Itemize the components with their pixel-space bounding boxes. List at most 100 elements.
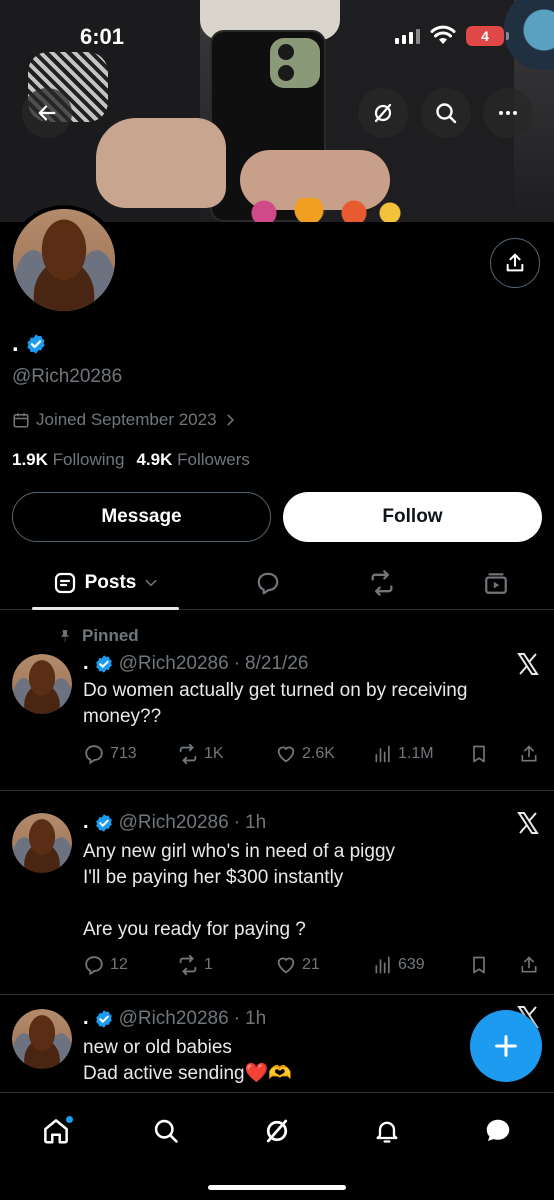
compose-post-button[interactable] xyxy=(470,1010,542,1082)
reply-icon xyxy=(85,745,103,765)
post-time: 1h xyxy=(245,811,267,833)
bookmark-button[interactable] xyxy=(469,740,489,768)
followers-count: 4.9K xyxy=(136,450,173,469)
share-profile-button[interactable] xyxy=(490,238,540,288)
like-count: 21 xyxy=(302,956,320,973)
share-post-button[interactable] xyxy=(519,740,539,768)
post-time: 8/21/26 xyxy=(245,652,309,674)
repost-count: 1K xyxy=(204,745,224,762)
post-text: Any new girl who's in need of a piggy I'… xyxy=(83,841,396,940)
back-button[interactable] xyxy=(22,88,72,138)
reply-icon xyxy=(257,572,279,595)
verified-badge-icon[interactable] xyxy=(25,333,47,355)
more-icon xyxy=(499,111,517,115)
tab-reposts[interactable] xyxy=(362,556,402,610)
post-display-name[interactable]: . xyxy=(83,1007,89,1030)
reply-button[interactable]: 12 xyxy=(83,951,128,979)
post-avatar[interactable] xyxy=(12,813,72,873)
tab-replies[interactable] xyxy=(248,556,288,610)
repost-button[interactable]: 1K xyxy=(177,740,224,768)
post-display-name[interactable]: . xyxy=(83,652,89,675)
chevron-down-icon xyxy=(145,579,157,587)
like-button[interactable]: 2.6K xyxy=(275,740,335,768)
post-actions: 12 1 21 639 xyxy=(83,951,543,979)
bookmark-button[interactable] xyxy=(469,951,489,979)
nav-search[interactable] xyxy=(146,1111,186,1151)
repost-button[interactable]: 1 xyxy=(177,951,213,979)
tab-media[interactable] xyxy=(476,556,516,610)
post-handle: @Rich20286 xyxy=(118,1007,229,1029)
verified-badge-icon xyxy=(95,654,112,673)
repost-icon xyxy=(179,743,197,765)
grok-button[interactable] xyxy=(358,88,408,138)
bottom-navigation xyxy=(0,1092,554,1200)
signal-icon xyxy=(395,28,420,44)
nav-home[interactable] xyxy=(36,1111,76,1151)
calendar-icon xyxy=(13,413,29,428)
post-header: . @Rich20286 · 8/21/26 xyxy=(83,652,309,675)
followers-label: Followers xyxy=(177,450,250,469)
message-button[interactable]: Message xyxy=(12,492,271,542)
following-label: Following xyxy=(52,450,125,469)
like-count: 2.6K xyxy=(302,745,335,762)
following-link[interactable]: 1.9K Following xyxy=(12,450,124,470)
share-post-button[interactable] xyxy=(519,951,539,979)
wifi-icon xyxy=(430,25,456,44)
follow-button[interactable]: Follow xyxy=(283,492,542,542)
nav-grok[interactable] xyxy=(257,1111,297,1151)
heart-icon xyxy=(277,746,295,763)
like-button[interactable]: 21 xyxy=(275,951,320,979)
bookmark-icon xyxy=(473,745,485,763)
reply-count: 12 xyxy=(110,956,128,973)
views-button[interactable]: 1.1M xyxy=(373,740,434,768)
search-icon xyxy=(154,1119,178,1143)
display-name: . xyxy=(12,330,19,357)
share-icon xyxy=(506,253,524,272)
profile-avatar[interactable] xyxy=(9,205,119,315)
video-icon xyxy=(485,573,507,594)
post-time: 1h xyxy=(245,1007,267,1029)
x-logo-icon xyxy=(517,812,539,834)
following-count: 1.9K xyxy=(12,450,48,469)
joined-text: Joined September 2023 xyxy=(36,410,217,429)
nav-notifications[interactable] xyxy=(367,1111,407,1151)
repost-icon xyxy=(371,570,393,596)
post-header: . @Rich20286 · 1h xyxy=(83,811,267,834)
status-bar: 6:01 4 xyxy=(0,0,554,70)
search-button[interactable] xyxy=(421,88,471,138)
tab-posts[interactable]: Posts xyxy=(32,556,179,610)
joined-date[interactable]: Joined September 2023 xyxy=(12,410,237,430)
plus-icon xyxy=(495,1035,517,1057)
grok-icon xyxy=(266,1119,288,1143)
bell-icon xyxy=(376,1121,398,1143)
more-button[interactable] xyxy=(483,88,533,138)
share-icon xyxy=(521,956,537,973)
post-handle: @Rich20286 xyxy=(118,811,229,833)
post-avatar[interactable] xyxy=(12,1009,72,1069)
profile-tabs: Posts xyxy=(0,556,554,610)
reply-count: 713 xyxy=(110,745,137,762)
chat-bubble-icon xyxy=(486,1119,510,1141)
views-button[interactable]: 639 xyxy=(373,951,425,979)
post-text: Do women actually get turned on by recei… xyxy=(83,680,468,727)
post-item[interactable]: . @Rich20286 · 8/21/26 Do women actually… xyxy=(0,610,554,791)
post-header: . @Rich20286 · 1h xyxy=(83,1007,267,1030)
analytics-icon xyxy=(375,956,390,974)
nav-messages[interactable] xyxy=(478,1111,518,1151)
bookmark-icon xyxy=(473,956,485,974)
battery-icon: 4 xyxy=(466,26,509,46)
post-avatar[interactable] xyxy=(12,654,72,714)
repost-count: 1 xyxy=(204,956,213,973)
reply-button[interactable]: 713 xyxy=(83,740,137,768)
verified-badge-icon xyxy=(95,813,112,832)
post-item[interactable]: . @Rich20286 · 1h Any new girl who's in … xyxy=(0,791,554,995)
status-time: 6:01 xyxy=(80,24,125,49)
grok-icon xyxy=(374,103,392,123)
followers-link[interactable]: 4.9K Followers xyxy=(136,450,249,470)
post-actions: 713 1K 2.6K 1.1M xyxy=(83,740,543,768)
view-count: 639 xyxy=(398,956,425,973)
post-display-name[interactable]: . xyxy=(83,811,89,834)
heart-icon xyxy=(277,957,295,974)
posts-icon xyxy=(54,572,75,594)
post-handle: @Rich20286 xyxy=(118,652,229,674)
